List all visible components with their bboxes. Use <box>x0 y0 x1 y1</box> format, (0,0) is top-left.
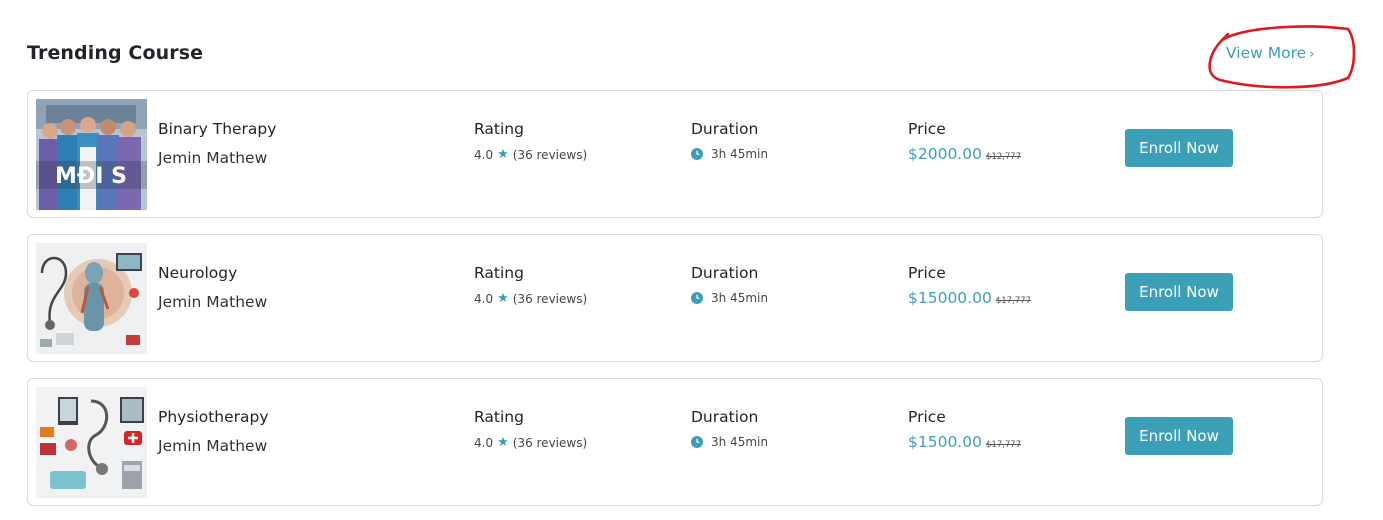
clock-icon <box>691 436 703 448</box>
price-value: $2000.00 $12,777 <box>908 145 1021 163</box>
view-more-link[interactable]: View More › <box>1226 44 1314 62</box>
course-card[interactable]: Physiotherapy Jemin Mathew Rating 4.0 ★ … <box>27 378 1323 506</box>
duration-text: 3h 45min <box>711 435 768 449</box>
section-title: Trending Course <box>27 42 204 64</box>
price-label: Price <box>908 120 946 138</box>
review-count: (36 reviews) <box>512 435 588 450</box>
current-price: $1500.00 <box>908 433 982 451</box>
price-value: $15000.00 $17,777 <box>908 289 1031 307</box>
course-thumbnail-physiotherapy <box>36 387 147 498</box>
rating-value: 4.0 ★ (36 reviews) <box>474 435 587 450</box>
enroll-now-button[interactable]: Enroll Now <box>1125 129 1233 167</box>
rating-value: 4.0 ★ (36 reviews) <box>474 147 587 162</box>
review-count: (36 reviews) <box>512 291 588 306</box>
current-price: $15000.00 <box>908 289 992 307</box>
chevron-right-icon: › <box>1309 47 1315 62</box>
course-card[interactable]: Neurology Jemin Mathew Rating 4.0 ★ (36 … <box>27 234 1323 362</box>
original-price: $12,777 <box>985 152 1022 162</box>
price-label: Price <box>908 408 946 426</box>
duration-text: 3h 45min <box>711 291 768 305</box>
current-price: $2000.00 <box>908 145 982 163</box>
rating-label: Rating <box>474 264 524 282</box>
duration-text: 3h 45min <box>711 147 768 161</box>
rating-number: 4.0 <box>474 147 494 162</box>
clock-icon <box>691 292 703 304</box>
star-icon: ★ <box>497 435 509 450</box>
duration-value: 3h 45min <box>691 435 768 449</box>
rating-label: Rating <box>474 408 524 426</box>
duration-label: Duration <box>691 120 759 138</box>
original-price: $17,777 <box>985 440 1022 450</box>
course-name: Neurology <box>158 264 238 282</box>
enroll-now-button[interactable]: Enroll Now <box>1125 417 1233 455</box>
enroll-now-button[interactable]: Enroll Now <box>1125 273 1233 311</box>
price-value: $1500.00 $17,777 <box>908 433 1021 451</box>
duration-value: 3h 45min <box>691 147 768 161</box>
price-label: Price <box>908 264 946 282</box>
rating-value: 4.0 ★ (36 reviews) <box>474 291 587 306</box>
view-more-label: View More <box>1226 44 1307 62</box>
rating-number: 4.0 <box>474 435 494 450</box>
course-name: Physiotherapy <box>158 408 269 426</box>
clock-icon <box>691 148 703 160</box>
course-thumbnail-medical-team: MĐI S <box>36 99 147 210</box>
course-author: Jemin Mathew <box>158 437 268 455</box>
duration-label: Duration <box>691 264 759 282</box>
course-card[interactable]: MĐI S Binary Therapy Jemin Mathew Rating… <box>27 90 1323 218</box>
rating-number: 4.0 <box>474 291 494 306</box>
course-name: Binary Therapy <box>158 120 277 138</box>
course-thumbnail-neurology <box>36 243 147 354</box>
course-author: Jemin Mathew <box>158 293 268 311</box>
duration-label: Duration <box>691 408 759 426</box>
course-author: Jemin Mathew <box>158 149 268 167</box>
star-icon: ★ <box>497 147 509 162</box>
review-count: (36 reviews) <box>512 147 588 162</box>
duration-value: 3h 45min <box>691 291 768 305</box>
rating-label: Rating <box>474 120 524 138</box>
thumbnail-logo-text: MĐI S <box>55 164 127 189</box>
star-icon: ★ <box>497 291 509 306</box>
original-price: $17,777 <box>995 296 1031 306</box>
